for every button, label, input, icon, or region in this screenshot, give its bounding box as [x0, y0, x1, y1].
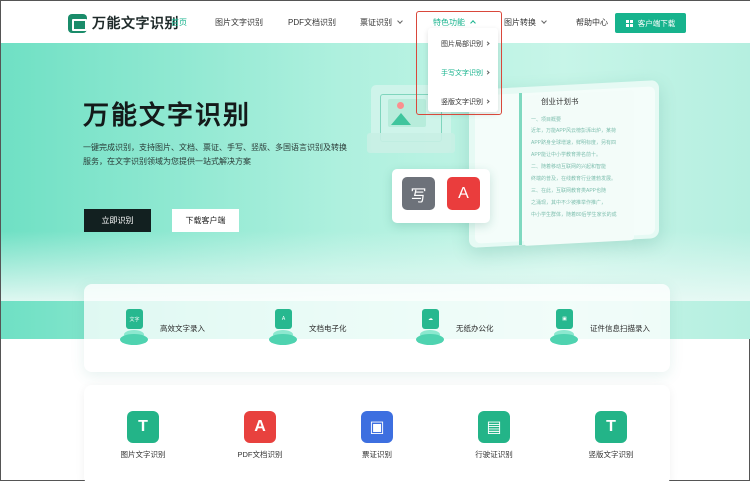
- nav-help[interactable]: 帮助中心: [576, 17, 608, 28]
- doc-line: 三、在此，互联网教育类APP也随: [531, 188, 607, 194]
- feature-label: 无纸办公化: [456, 323, 494, 333]
- top-navbar: 万能文字识别 首页 图片文字识别 PDF文档识别 票证识别 图片转换 帮助中心 …: [1, 1, 750, 43]
- text-recognize-icon: T: [127, 411, 159, 443]
- pdf-icon: A: [244, 411, 276, 443]
- tool-label: 图片文字识别: [120, 450, 166, 459]
- nav-image-ocr[interactable]: 图片文字识别: [215, 17, 263, 28]
- mountain-icon: [391, 113, 411, 125]
- tool-pdf-ocr[interactable]: A PDF文档识别: [225, 411, 295, 460]
- tool-vertical-ocr[interactable]: T 竖版文字识别: [576, 411, 646, 460]
- doc-title: 创业计划书: [541, 97, 579, 106]
- tool-label: 行驶证识别: [475, 450, 513, 459]
- hero-description: 一键完成识别，支持图片、文档、票证、手写、竖版、多国语言识别及转换服务，在文字识…: [83, 143, 347, 166]
- text-card: [367, 133, 455, 153]
- doc-line: 一、项目概要: [531, 117, 562, 123]
- feature-label: 高效文字录入: [160, 323, 205, 333]
- doc-line: 近年，万能APP风云榜彭湃出炉，某荷: [531, 128, 617, 134]
- doc-line: 终端的普及，在线教育行业蓬勃发展。: [531, 176, 617, 182]
- ticket-icon: ▣: [361, 411, 393, 443]
- notebook-spine: [519, 93, 522, 245]
- chevron-down-icon: [541, 18, 547, 24]
- document-digital-icon: A: [263, 306, 303, 350]
- vertical-text-icon: T: [595, 411, 627, 443]
- logo-text: 万能文字识别: [92, 15, 179, 31]
- feature-item: ▣ 证件信息扫描录入: [544, 306, 650, 350]
- nav-image-convert-label: 图片转换: [504, 18, 536, 27]
- hero-title: 万能文字识别: [83, 100, 252, 130]
- feature-label: 证件信息扫描录入: [590, 323, 650, 333]
- handwriting-icon: 写: [402, 177, 435, 210]
- tool-label: 票证识别: [362, 450, 392, 459]
- feature-item: 文字 高效文字录入: [114, 306, 205, 350]
- doc-line: 二、随着移动互联网的兴起和智能: [531, 164, 607, 170]
- client-download-button[interactable]: 客户端下载: [615, 13, 686, 33]
- sun-icon: [397, 102, 404, 109]
- nav-pdf-ocr[interactable]: PDF文档识别: [288, 17, 336, 28]
- download-client-button[interactable]: 下载客户端: [172, 209, 239, 232]
- tool-license-ocr[interactable]: ▤ 行驶证识别: [459, 411, 529, 460]
- client-download-label: 客户端下载: [637, 18, 676, 28]
- tool-label: 竖版文字识别: [588, 450, 634, 459]
- cloud-office-icon: ☁: [410, 306, 450, 350]
- nav-home[interactable]: 首页: [171, 17, 187, 28]
- feature-item: ☁ 无纸办公化: [410, 306, 494, 350]
- doc-line: APP能让中小学教育排名前十。: [531, 152, 602, 158]
- text-input-icon: 文字: [114, 306, 154, 350]
- feature-item: A 文档电子化: [263, 306, 347, 350]
- site-logo[interactable]: 万能文字识别: [68, 13, 179, 33]
- nav-ticket-ocr[interactable]: 票证识别: [360, 17, 403, 28]
- start-ocr-button[interactable]: 立即识别: [84, 209, 151, 232]
- license-icon: ▤: [478, 411, 510, 443]
- doc-line: 中小学生群体，随着80后学生家长的成: [531, 212, 617, 218]
- feature-label: 文档电子化: [309, 323, 347, 333]
- pdf-icon: A: [447, 177, 480, 210]
- nav-ticket-ocr-label: 票证识别: [360, 18, 392, 27]
- doc-line: 之涌现，其中不少被推举作推广，: [531, 200, 607, 206]
- id-scan-icon: ▣: [544, 306, 584, 350]
- windows-icon: [625, 19, 633, 27]
- tool-image-ocr[interactable]: T 图片文字识别: [108, 411, 178, 460]
- chevron-down-icon: [397, 18, 403, 24]
- tool-label: PDF文档识别: [237, 450, 283, 459]
- tool-ticket-ocr[interactable]: ▣ 票证识别: [342, 411, 412, 460]
- nav-image-convert[interactable]: 图片转换: [504, 17, 547, 28]
- highlight-frame: [416, 11, 502, 115]
- doc-line: APP跻身全球增速，鲜明标度，另有四: [531, 140, 617, 146]
- scanner-icon: [68, 13, 87, 33]
